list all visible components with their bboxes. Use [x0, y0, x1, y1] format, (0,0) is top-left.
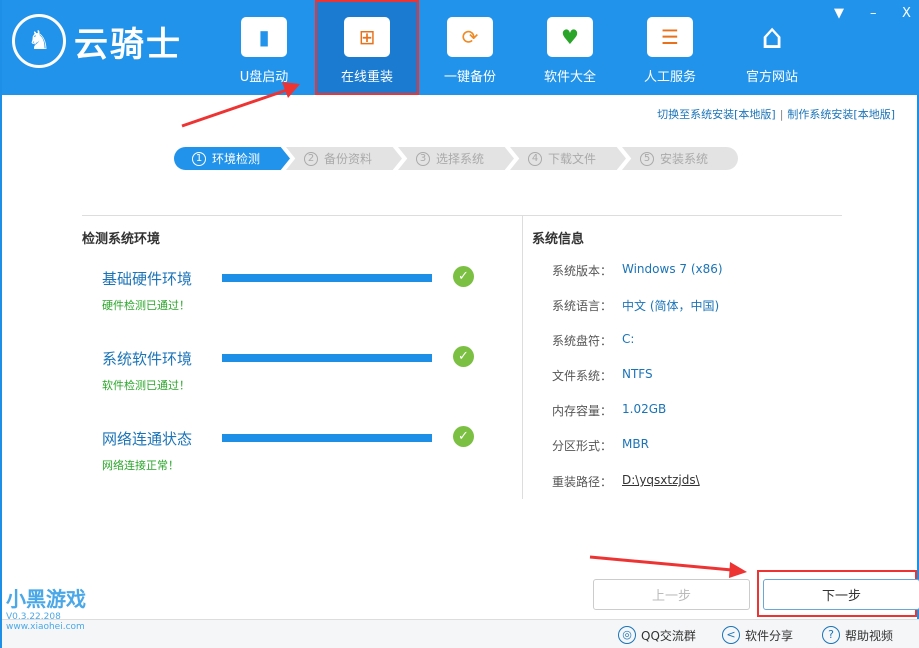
check-hardware: 基础硬件环境 硬件检测已通过！ — [102, 270, 193, 312]
nav-backup[interactable]: ⟳ 一键备份 — [418, 0, 522, 95]
footer: ◎ QQ交流群 < 软件分享 ? 帮助视频 — [2, 619, 919, 648]
app-logo: ♞ 云骑士 — [12, 14, 182, 68]
menu-dropdown-button[interactable]: ▼ — [834, 6, 844, 21]
nav-software[interactable]: ♥ 软件大全 — [518, 0, 622, 95]
arrow-to-tab — [181, 88, 288, 128]
info-row: 系统语言： 中文 (简体，中国) — [552, 299, 720, 313]
backup-icon: ⟳ — [447, 17, 493, 57]
nav-online-reinstall[interactable]: ⊞ 在线重装 — [315, 0, 419, 95]
arrow-to-next — [589, 555, 733, 572]
step-select-system: 3 选择系统 — [398, 147, 514, 170]
check-panel: 检测系统环境 基础硬件环境 硬件检测已通过！ ✓ 系统软件环境 软件检测已通过！ ✓… — [82, 215, 842, 499]
next-step-button[interactable]: 下一步 — [763, 579, 919, 610]
step-backup: 2 备份资料 — [286, 147, 402, 170]
usb-icon: ▮ — [241, 17, 287, 57]
sysinfo-title: 系统信息 — [532, 232, 585, 247]
monitor-windows-icon: ⊞ — [344, 17, 390, 57]
make-local-link[interactable]: 制作系统安装[本地版] — [787, 108, 895, 121]
info-row: 重装路径： D:\yqsxtzjds\ — [552, 473, 700, 490]
header: ♞ 云骑士 ▮ U盘启动 ⊞ 在线重装 ⟳ 一键备份 ♥ 软件大全 ☰ 人工服务 ⌂ 官方网… — [2, 0, 919, 95]
check-software: 系统软件环境 软件检测已通过！ — [102, 350, 193, 392]
env-title: 检测系统环境 — [82, 232, 161, 247]
watermark-logo: 小黑游戏 V0.3.22.208 www.xiaohei.com — [6, 587, 86, 632]
step-progress: 1 环境检测 2 备份资料 3 选择系统 4 下载文件 5 安装系统 — [174, 147, 738, 170]
chat-icon: ☰ — [647, 17, 693, 57]
knight-logo-icon: ♞ — [12, 14, 66, 68]
software-box-icon: ♥ — [547, 17, 593, 57]
qq-icon: ◎ — [618, 626, 636, 644]
nav-website[interactable]: ⌂ 官方网站 — [720, 0, 824, 95]
info-row: 文件系统： NTFS — [552, 367, 653, 383]
nav-usb-boot[interactable]: ▮ U盘启动 — [212, 0, 316, 95]
minimize-button[interactable]: – — [870, 6, 877, 21]
prev-step-button[interactable]: 上一步 — [593, 579, 750, 610]
check-ok-icon: ✓ — [453, 346, 474, 367]
check-ok-icon: ✓ — [453, 426, 474, 447]
nav-support[interactable]: ☰ 人工服务 — [618, 0, 722, 95]
info-row: 分区形式： MBR — [552, 437, 649, 453]
home-icon: ⌂ — [761, 17, 783, 57]
network-progress-bar — [222, 434, 432, 442]
info-row: 系统盘符： C: — [552, 332, 635, 348]
info-row: 系统版本： Windows 7 (x86) — [552, 262, 723, 278]
software-progress-bar — [222, 354, 432, 362]
install-path-link[interactable]: D:\yqsxtzjds\ — [622, 473, 700, 490]
check-network: 网络连通状态 网络连接正常！ — [102, 430, 193, 472]
qq-group-link[interactable]: ◎ QQ交流群 — [618, 626, 696, 644]
arrow-head-icon — [729, 562, 747, 578]
info-row: 内存容量： 1.02GB — [552, 402, 667, 418]
divider — [522, 216, 523, 499]
share-icon: < — [722, 626, 740, 644]
share-link[interactable]: < 软件分享 — [722, 626, 793, 644]
help-video-link[interactable]: ? 帮助视频 — [822, 626, 893, 644]
step-env-check: 1 环境检测 — [174, 147, 290, 170]
check-ok-icon: ✓ — [453, 266, 474, 287]
step-download: 4 下载文件 — [510, 147, 626, 170]
step-install: 5 安装系统 — [622, 147, 738, 170]
help-icon: ? — [822, 626, 840, 644]
hardware-progress-bar — [222, 274, 432, 282]
switch-local-link[interactable]: 切换至系统安装[本地版] — [657, 108, 776, 121]
close-button[interactable]: X — [902, 6, 911, 21]
mode-links: 切换至系统安装[本地版] | 制作系统安装[本地版] — [657, 108, 895, 121]
